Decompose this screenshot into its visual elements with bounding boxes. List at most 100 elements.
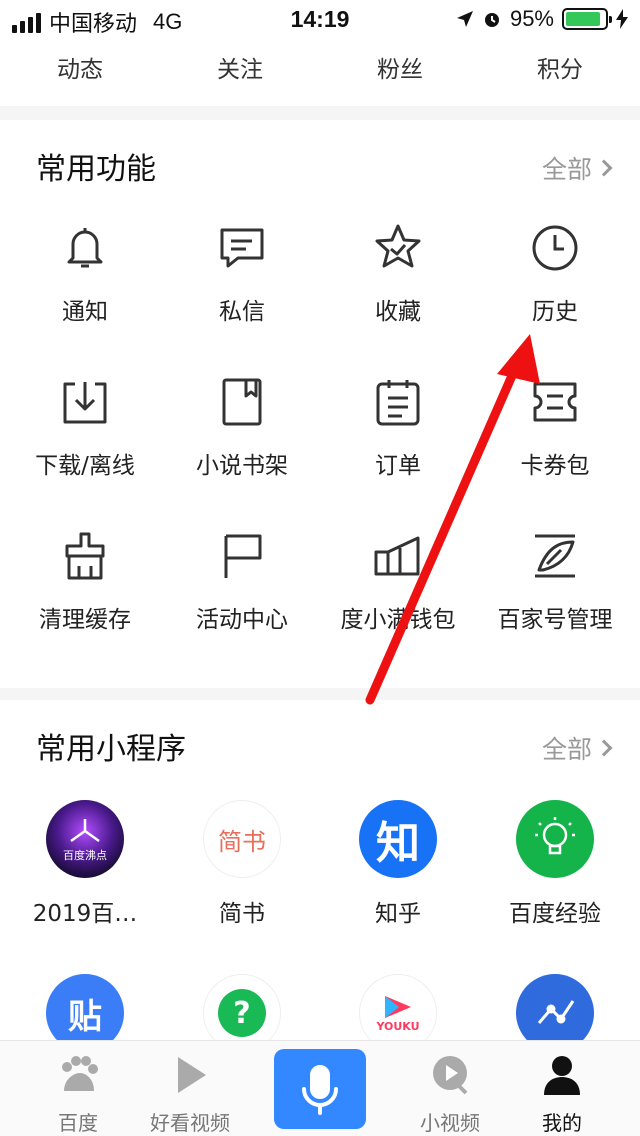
functions-all-link[interactable]: 全部: [541, 150, 613, 186]
message-icon: [220, 228, 264, 268]
tab-label: 小视频: [420, 1111, 480, 1135]
tab-short-video[interactable]: 小视频: [386, 1041, 514, 1136]
functions-title: 常用功能: [36, 152, 156, 187]
mini-program-label: 知乎: [375, 901, 421, 927]
function-label: 度小满钱包: [340, 607, 456, 633]
flag-icon: [224, 534, 262, 578]
download-icon: [63, 382, 107, 424]
play-icon: [385, 995, 411, 1018]
youku-badge: YOUKU: [376, 1019, 420, 1033]
baidu-jingyan-logo: [516, 800, 594, 878]
tab-label: 我的: [542, 1111, 582, 1135]
divider: [0, 688, 640, 700]
microphone-icon: [302, 1065, 338, 1115]
tab-haokan-video[interactable]: 好看视频: [126, 1041, 254, 1136]
book-icon: [222, 378, 262, 426]
mini-programs-all-link[interactable]: 全部: [541, 730, 613, 766]
function-activity-center[interactable]: 活动中心: [162, 530, 322, 634]
stat-following[interactable]: 关注: [160, 40, 320, 106]
mini-program-jianshu[interactable]: 简书 简书: [162, 800, 322, 928]
status-right: 95%: [456, 6, 628, 32]
battery-icon: [562, 8, 612, 30]
jianshu-badge: 简书: [218, 827, 266, 856]
mini-program-zhihu[interactable]: 知 知乎: [318, 800, 478, 928]
bell-icon: [67, 228, 103, 268]
baidu-hot-badge: 百度沸点: [63, 849, 107, 862]
function-wallet[interactable]: 度小满钱包: [318, 530, 478, 634]
mini-program-label: 2019百…: [32, 901, 138, 927]
tab-baidu[interactable]: 百度: [14, 1041, 142, 1136]
network-icon: [537, 1000, 575, 1024]
function-coupons[interactable]: 卡券包: [475, 376, 635, 480]
order-icon: [376, 380, 420, 426]
function-history[interactable]: 历史: [475, 222, 635, 326]
divider: [0, 106, 640, 120]
function-orders[interactable]: 订单: [318, 376, 478, 480]
ticket-icon: [533, 382, 577, 422]
mini-programs-header: 常用小程序 全部: [0, 700, 640, 780]
function-favorites[interactable]: 收藏: [318, 222, 478, 326]
mini-program-label: 百度经验: [509, 901, 601, 927]
function-baijiahao[interactable]: 百家号管理: [475, 530, 635, 634]
function-bookshelf[interactable]: 小说书架: [162, 376, 322, 480]
function-label: 订单: [375, 453, 421, 479]
stat-dynamics[interactable]: 动态: [0, 40, 160, 106]
function-label: 清理缓存: [39, 607, 131, 633]
mini-program-baidu-jingyan[interactable]: 百度经验: [475, 800, 635, 928]
function-label: 卡券包: [520, 453, 590, 479]
bottom-tab-bar: 百度 好看视频 小视频 我的: [0, 1040, 640, 1136]
mini-program-baidu-hot[interactable]: 百度沸点 2019百…: [5, 800, 165, 928]
function-clear-cache[interactable]: 清理缓存: [5, 530, 165, 634]
function-message[interactable]: 私信: [162, 222, 322, 326]
tab-label: 百度: [58, 1111, 98, 1135]
mini-programs-all-label: 全部: [541, 735, 592, 764]
tab-label: 好看视频: [150, 1111, 230, 1135]
function-label: 私信: [219, 299, 265, 325]
lightbulb-icon: [535, 817, 575, 855]
jianshu-logo: 简书: [203, 800, 281, 878]
tab-mine[interactable]: 我的: [498, 1041, 626, 1136]
function-label: 小说书架: [196, 453, 288, 479]
zhihu-badge: 知: [376, 818, 420, 869]
question-badge: ?: [233, 995, 251, 1031]
baidu-hot-logo: 百度沸点: [46, 800, 124, 878]
play-icon: [178, 1057, 206, 1093]
status-bar: 中国移动 4G 14:19 95%: [0, 0, 640, 40]
profile-stats: 动态 关注 粉丝 积分: [0, 40, 640, 106]
chevron-right-icon: [595, 739, 613, 757]
mini-programs-title: 常用小程序: [36, 732, 186, 767]
user-icon: [544, 1056, 580, 1095]
functions-grid: 通知 私信 收藏 历史 下载/离线 小说书架 订单 卡券包 清理缓存 活动中心 …: [0, 222, 640, 642]
function-label: 通知: [62, 299, 108, 325]
mini-program-label: 简书: [219, 901, 265, 927]
stat-points[interactable]: 积分: [480, 40, 640, 106]
question-circle: ?: [218, 989, 266, 1037]
mini-programs-grid: 百度沸点 2019百… 简书 简书 知 知乎 百度经验 贴 ? YOUKU: [0, 800, 640, 1052]
charging-icon: [616, 9, 628, 29]
function-label: 历史: [532, 299, 578, 325]
voice-search-button[interactable]: [274, 1049, 366, 1129]
zhihu-logo: 知: [359, 800, 437, 878]
star-icon: [375, 224, 421, 268]
alarm-icon: [484, 13, 499, 27]
functions-all-label: 全部: [541, 155, 592, 184]
paw-icon: [62, 1056, 98, 1091]
stat-fans[interactable]: 粉丝: [320, 40, 480, 106]
chevron-right-icon: [595, 159, 613, 177]
function-label: 下载/离线: [35, 453, 135, 479]
molecule-icon: [70, 819, 100, 843]
function-label: 收藏: [375, 299, 421, 325]
function-label: 活动中心: [196, 607, 288, 633]
screen: 中国移动 4G 14:19 95% 动态 关注 粉丝 积分 常用功能 全部 通知: [0, 0, 640, 1136]
location-icon: [456, 11, 473, 27]
edit-icon: [535, 534, 575, 578]
tieba-badge: 贴: [68, 996, 102, 1037]
short-video-icon: [433, 1056, 468, 1095]
battery-percent: 95%: [509, 6, 554, 31]
function-download[interactable]: 下载/离线: [5, 376, 165, 480]
brush-icon: [65, 532, 105, 580]
function-label: 百家号管理: [497, 607, 613, 633]
function-notify[interactable]: 通知: [5, 222, 165, 326]
wallet-icon: [374, 536, 420, 576]
clock-icon: [532, 225, 578, 271]
